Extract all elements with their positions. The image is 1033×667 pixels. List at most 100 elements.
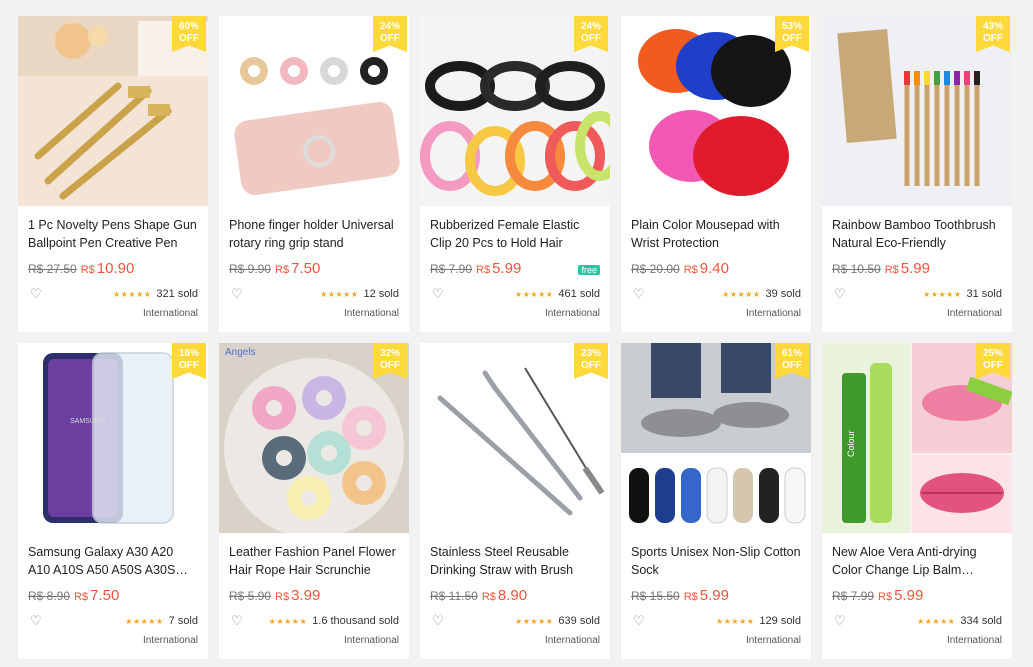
heart-outline-icon[interactable]: ♡	[432, 613, 444, 629]
truck-icon: free	[578, 265, 600, 275]
sale-price: R$ 10.90	[80, 260, 135, 277]
heart-outline-icon[interactable]: ♡	[633, 613, 645, 629]
product-title[interactable]: Samsung Galaxy A30 A20 A10 A10S A50 A50S…	[28, 543, 198, 579]
product-card[interactable]: 24% OFF Phone finger holder Universal rot…	[219, 16, 409, 332]
product-card[interactable]: 61% OFF Sports Unisex Non-Slip Cotton Soc…	[621, 343, 811, 659]
price-row: R$ 27.50 R$ 10.90	[28, 260, 198, 280]
product-card[interactable]: 24% OFF Rubberized Female Elastic Clip 20…	[420, 16, 610, 332]
origin-label: International	[946, 635, 1002, 646]
product-card[interactable]: 53% OFF Plain Color Mousepad with Wrist P…	[621, 16, 811, 332]
product-title[interactable]: Phone finger holder Universal rotary rin…	[229, 216, 399, 252]
original-price: R$ 5.90	[229, 589, 272, 603]
origin-label: International	[745, 308, 801, 319]
star-rating: ★★★★★	[722, 289, 761, 299]
heart-outline-icon[interactable]: ♡	[834, 286, 846, 302]
heart-outline-icon[interactable]: ♡	[231, 613, 243, 629]
original-price: R$ 15.50	[631, 589, 680, 603]
product-card[interactable]: Angels 32% OFF Leather Fashion Panel Flow…	[219, 343, 409, 659]
product-card[interactable]: 43% OFF Rainbow Bamboo Toothbrush Natural…	[822, 16, 1012, 332]
star-rating: ★★★★★	[515, 289, 554, 299]
sale-price: R$ 5.99	[884, 260, 930, 277]
product-image[interactable]: 61% OFF	[621, 343, 811, 533]
product-title[interactable]: 1 Pc Novelty Pens Shape Gun Ballpoint Pe…	[28, 216, 198, 252]
product-image[interactable]: 60% OFF	[18, 16, 208, 206]
product-title[interactable]: New Aloe Vera Anti-drying Color Change L…	[832, 543, 1002, 579]
sale-price: R$ 5.99	[878, 587, 924, 604]
price-row: R$ 9.90 R$ 7.50	[229, 260, 399, 280]
product-image[interactable]: 23% OFF	[420, 343, 610, 533]
heart-outline-icon[interactable]: ♡	[432, 286, 444, 302]
product-image[interactable]: Colour 25% OFF	[822, 343, 1012, 533]
original-price: R$ 20.00	[631, 262, 680, 276]
meta-row: ♡ ★★★★★ 461 sold	[432, 286, 600, 302]
origin-label: International	[343, 635, 399, 646]
star-rating: ★★★★★	[268, 616, 308, 626]
star-rating: ★★★★★	[515, 616, 554, 626]
price-row: R$ 8.90 R$ 7.50	[28, 587, 198, 607]
original-price: R$ 7.99	[832, 589, 875, 603]
store-watermark: Angels	[225, 347, 256, 358]
meta-row: ♡ ★★★★★ 639 sold	[432, 613, 600, 629]
heart-outline-icon[interactable]: ♡	[633, 286, 645, 302]
product-title[interactable]: Leather Fashion Panel Flower Hair Rope H…	[229, 543, 399, 579]
original-price: R$ 7.90	[430, 262, 473, 276]
star-rating: ★★★★★	[917, 616, 956, 626]
meta-row: ♡ ★★★★★ 321 sold	[30, 286, 198, 302]
origin-label: International	[142, 308, 198, 319]
origin-label: International	[343, 308, 399, 319]
original-price: R$ 9.90	[229, 262, 272, 276]
sale-price: R$ 7.50	[74, 587, 120, 604]
product-image[interactable]: 24% OFF	[219, 16, 409, 206]
samsung-logo: SAMSUNG	[70, 418, 105, 425]
sold-count: 31 sold	[966, 288, 1002, 300]
product-title[interactable]: Rubberized Female Elastic Clip 20 Pcs to…	[430, 216, 600, 252]
heart-outline-icon[interactable]: ♡	[30, 613, 42, 629]
star-rating: ★★★★★	[125, 616, 164, 626]
product-title[interactable]: Plain Color Mousepad with Wrist Protecti…	[631, 216, 801, 252]
sold-count: 12 sold	[363, 288, 399, 300]
star-rating: ★★★★★	[923, 289, 962, 299]
sale-price: R$ 7.50	[275, 260, 321, 277]
sale-price: R$ 5.99	[683, 587, 729, 604]
origin-label: International	[946, 308, 1002, 319]
price-row: R$ 7.90 R$ 5.99 free	[430, 260, 600, 280]
sold-count: 129 sold	[759, 615, 801, 627]
meta-row: ♡ ★★★★★ 1.6 thousand sold	[231, 613, 399, 629]
product-image[interactable]: Angels 32% OFF	[219, 343, 409, 533]
product-image[interactable]: 43% OFF	[822, 16, 1012, 206]
sold-count: 39 sold	[765, 288, 801, 300]
product-image[interactable]: SAMSUNG 16% OFF	[18, 343, 208, 533]
lip-balm-brand: Colour	[846, 430, 856, 457]
original-price: R$ 11.50	[430, 589, 478, 603]
product-image[interactable]: 24% OFF	[420, 16, 610, 206]
product-card[interactable]: 60% OFF 1 Pc Novelty Pens Shape Gun Ballp…	[18, 16, 208, 332]
meta-row: ♡ ★★★★★ 129 sold	[633, 613, 801, 629]
product-card[interactable]: 23% OFF Stainless Steel Reusable Drinking…	[420, 343, 610, 659]
sale-price: R$ 8.90	[481, 587, 528, 604]
product-card[interactable]: Colour 25% OFF New Aloe Vera Anti-drying …	[822, 343, 1012, 659]
price-row: R$ 5.90 R$ 3.99	[229, 587, 399, 607]
price-row: R$ 10.50 R$ 5.99	[832, 260, 1002, 280]
product-title[interactable]: Sports Unisex Non-Slip Cotton Sock	[631, 543, 801, 579]
price-row: R$ 20.00 R$ 9.40	[631, 260, 801, 280]
origin-label: International	[142, 635, 198, 646]
product-title[interactable]: Rainbow Bamboo Toothbrush Natural Eco-Fr…	[832, 216, 1002, 252]
heart-outline-icon[interactable]: ♡	[231, 286, 243, 302]
price-row: R$ 15.50 R$ 5.99	[631, 587, 801, 607]
sale-price: R$ 9.40	[683, 260, 729, 277]
product-image[interactable]: 53% OFF	[621, 16, 811, 206]
sold-count: 321 sold	[156, 288, 198, 300]
product-card[interactable]: SAMSUNG 16% OFF Samsung Galaxy A30 A20 A1…	[18, 343, 208, 659]
star-rating: ★★★★★	[716, 616, 755, 626]
sold-count: 334 sold	[960, 615, 1002, 627]
origin-label: International	[544, 308, 600, 319]
meta-row: ♡ ★★★★★ 7 sold	[30, 613, 198, 629]
star-rating: ★★★★★	[113, 289, 152, 299]
heart-outline-icon[interactable]: ♡	[834, 613, 846, 629]
meta-row: ♡ ★★★★★ 39 sold	[633, 286, 801, 302]
product-title[interactable]: Stainless Steel Reusable Drinking Straw …	[430, 543, 600, 579]
sold-count: 7 sold	[168, 615, 198, 627]
origin-label: International	[544, 635, 600, 646]
heart-outline-icon[interactable]: ♡	[30, 286, 42, 302]
price-row: R$ 7.99 R$ 5.99	[832, 587, 1002, 607]
